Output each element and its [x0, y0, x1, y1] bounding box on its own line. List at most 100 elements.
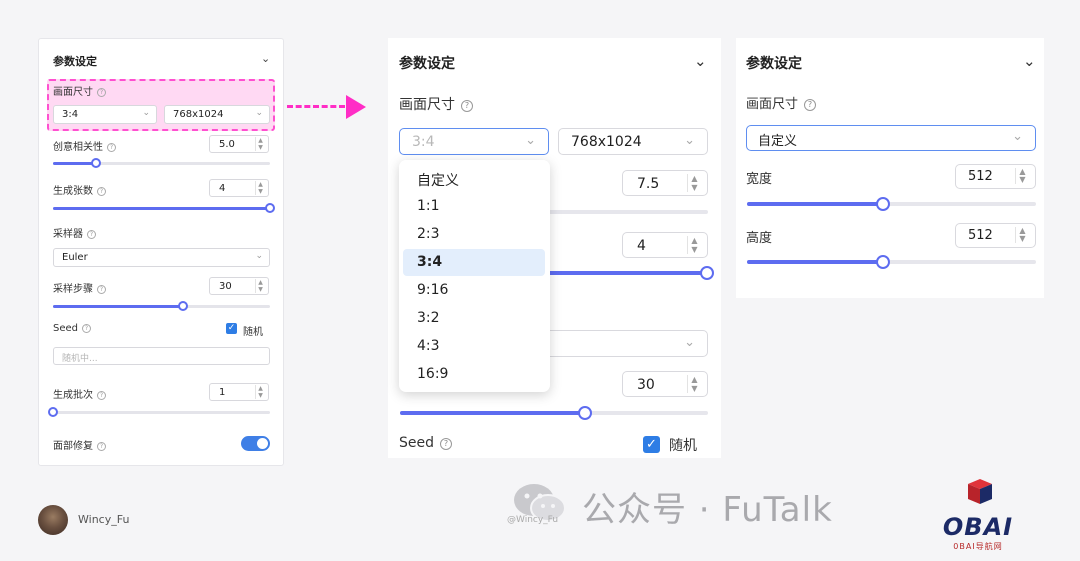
size-label: 画面尺寸? [399, 94, 473, 114]
panel-title: 参数设定 [53, 55, 97, 68]
slider-fill [53, 305, 184, 308]
help-icon: ? [97, 391, 106, 400]
height-label: 高度 [746, 231, 773, 246]
help-icon: ? [97, 442, 106, 451]
batch-input[interactable]: 1 ▲ ▼ [209, 383, 269, 401]
slider-handle[interactable] [700, 266, 714, 280]
logo-text: OBAI [942, 513, 1014, 541]
steps-input[interactable]: 30 ▲ ▼ [209, 277, 269, 295]
stepper-icon[interactable]: ▲ ▼ [255, 181, 265, 195]
slider-fill [400, 411, 585, 415]
watermark-text: 公众号 · FuTalk [582, 490, 833, 530]
count-label: 生成张数? [53, 182, 106, 197]
slider-handle[interactable] [875, 255, 890, 269]
random-label: 随机 [669, 438, 697, 454]
steps-input[interactable]: 30 ▲ ▼ [622, 371, 708, 397]
ratio-option[interactable]: 4:3 [403, 333, 545, 360]
ratio-select[interactable]: 自定义 ⌄ [746, 125, 1036, 151]
chevron-down-icon: ⌄ [142, 108, 150, 118]
slider-fill [747, 202, 883, 206]
steps-slider[interactable] [53, 301, 270, 311]
ratio-option[interactable]: 3:4 [403, 249, 545, 276]
resolution-select[interactable]: 768x1024 ⌄ [164, 105, 270, 124]
ratio-option[interactable]: 2:3 [403, 221, 545, 248]
ratio-option[interactable]: 1:1 [403, 193, 545, 220]
face-fix-toggle[interactable] [241, 436, 270, 451]
width-input[interactable]: 512 ▲ ▼ [955, 164, 1036, 189]
count-input[interactable]: 4 ▲ ▼ [209, 179, 269, 197]
size-label: 画面尺寸? [746, 93, 817, 112]
seed-label: Seed? [53, 323, 91, 334]
random-checkbox[interactable]: ✓ [643, 436, 660, 453]
canvas: 参数设定 ⌄ 画面尺寸? 3:4 ⌄ 768x1024 ⌄ 创意相关性? 5.0 ▲ ▼… [0, 0, 1080, 561]
height-input[interactable]: 512 ▲ ▼ [955, 223, 1036, 248]
slider-handle[interactable] [178, 301, 189, 311]
random-checkbox[interactable]: ✓ [226, 323, 237, 334]
creativity-input[interactable]: 5.0 ▲ ▼ [209, 135, 269, 153]
stepper-icon[interactable]: ▲ ▼ [255, 279, 265, 293]
stepper-icon[interactable]: ▲ ▼ [687, 236, 701, 254]
slider-handle[interactable] [577, 406, 592, 420]
help-icon: ? [107, 143, 116, 152]
chevron-down-icon: ⌄ [255, 108, 263, 118]
batch-slider[interactable] [48, 407, 270, 417]
logo-subtitle: 0BAI导航网 [953, 542, 1003, 551]
face-fix-label: 面部修复? [53, 437, 106, 452]
resolution-select[interactable]: 768x1024 ⌄ [558, 128, 708, 155]
arrow-right-icon [346, 95, 366, 119]
creativity-label: 创意相关性? [53, 138, 116, 153]
author-name: Wincy_Fu [78, 513, 130, 526]
count-slider[interactable] [53, 203, 275, 213]
ratio-dropdown-menu: 自定义 1:1 2:3 3:4 9:16 3:2 4:3 16:9 [399, 160, 550, 392]
height-slider[interactable] [747, 255, 1036, 269]
help-icon: ? [82, 324, 91, 333]
creativity-slider[interactable] [53, 158, 270, 168]
ratio-select[interactable]: 3:4 ⌄ [53, 105, 157, 124]
width-slider[interactable] [747, 197, 1036, 211]
ratio-option[interactable]: 3:2 [403, 305, 545, 332]
stepper-icon[interactable]: ▲ ▼ [687, 375, 701, 393]
help-icon: ? [87, 230, 96, 239]
help-icon: ? [440, 438, 452, 450]
stepper-icon[interactable]: ▲ ▼ [1015, 168, 1029, 184]
count-input[interactable]: 4 ▲ ▼ [622, 232, 708, 258]
stepper-icon[interactable]: ▲ ▼ [255, 137, 265, 151]
slider-handle[interactable] [48, 407, 58, 417]
arrow-line [287, 105, 345, 108]
ratio-option[interactable]: 9:16 [403, 277, 545, 304]
chevron-down-icon: ⌄ [684, 335, 695, 350]
ratio-select[interactable]: 3:4 ⌄ [399, 128, 549, 155]
chevron-down-icon[interactable]: ⌄ [261, 52, 270, 65]
stepper-icon[interactable]: ▲ ▼ [255, 385, 265, 399]
panel-title: 参数设定 [746, 56, 802, 72]
sampler-label: 采样器? [53, 225, 96, 240]
random-label: 随机 [243, 327, 263, 338]
slider-handle[interactable] [875, 197, 890, 211]
sampler-select[interactable]: Euler ⌄ [53, 248, 270, 267]
slider-fill [53, 162, 97, 165]
batch-label: 生成批次? [53, 386, 106, 401]
chevron-down-icon[interactable]: ⌄ [1023, 52, 1036, 70]
chevron-down-icon: ⌄ [255, 251, 263, 261]
chevron-down-icon: ⌄ [684, 133, 695, 148]
ratio-option[interactable]: 16:9 [403, 361, 545, 388]
seed-label: Seed? [399, 435, 452, 451]
panel-title: 参数设定 [399, 56, 455, 72]
steps-slider[interactable] [400, 406, 708, 420]
toggle-knob [257, 438, 268, 449]
help-icon: ? [804, 99, 817, 111]
help-icon: ? [97, 187, 106, 196]
ratio-option[interactable]: 自定义 [403, 165, 545, 192]
slider-handle[interactable] [91, 158, 102, 168]
slider-fill [747, 260, 883, 264]
stepper-icon[interactable]: ▲ ▼ [687, 174, 701, 192]
chevron-down-icon[interactable]: ⌄ [694, 52, 707, 70]
slider-fill [53, 207, 270, 210]
slider-handle[interactable] [265, 203, 275, 213]
watermark-small: @Wincy_Fu [507, 515, 559, 525]
settings-panel-custom: 参数设定 ⌄ 画面尺寸? 自定义 ⌄ 宽度 512 ▲ ▼ 高度 512 ▲ ▼ [736, 38, 1044, 298]
avatar [38, 505, 68, 535]
seed-input[interactable]: 随机中... [53, 347, 270, 365]
stepper-icon[interactable]: ▲ ▼ [1015, 227, 1029, 243]
creativity-input[interactable]: 7.5 ▲ ▼ [622, 170, 708, 196]
